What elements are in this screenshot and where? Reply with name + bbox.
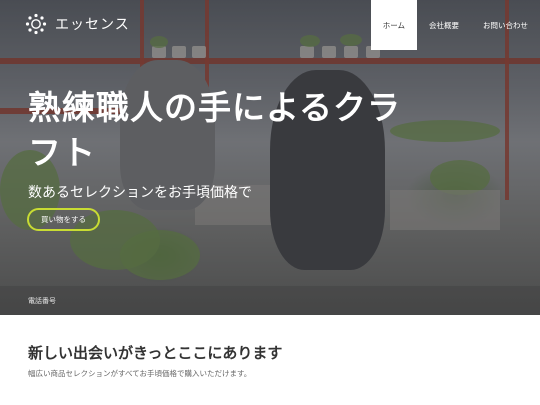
main-nav: ホーム 会社概要 お問い合わせ [370, 0, 540, 50]
nav-item-about[interactable]: 会社概要 [417, 0, 471, 50]
intro-title: 新しい出会いがきっとここにあります [28, 344, 283, 362]
sun-logo-icon [25, 13, 47, 35]
hero-bottom-strip [0, 286, 540, 315]
hero-subtitle: 数あるセレクションをお手頃価格で [28, 185, 252, 201]
top-navbar: エッセンス ホーム 会社概要 お問い合わせ [0, 0, 540, 50]
shop-button[interactable]: 買い物をする [27, 208, 100, 231]
nav-item-home[interactable]: ホーム [370, 0, 417, 50]
brand-name: エッセンス [55, 17, 130, 33]
hero-section: エッセンス ホーム 会社概要 お問い合わせ 熟練職人の手によるクラフト 数あるセ… [0, 0, 540, 315]
nav-item-contact[interactable]: お問い合わせ [471, 0, 540, 50]
brand[interactable]: エッセンス [25, 13, 130, 35]
hero-title: 熟練職人の手によるクラフト [28, 88, 402, 172]
phone-label: 電話番号 [28, 297, 56, 305]
intro-text: 幅広い商品セレクションがすべてお手頃価格で購入いただけます。 [28, 369, 252, 378]
